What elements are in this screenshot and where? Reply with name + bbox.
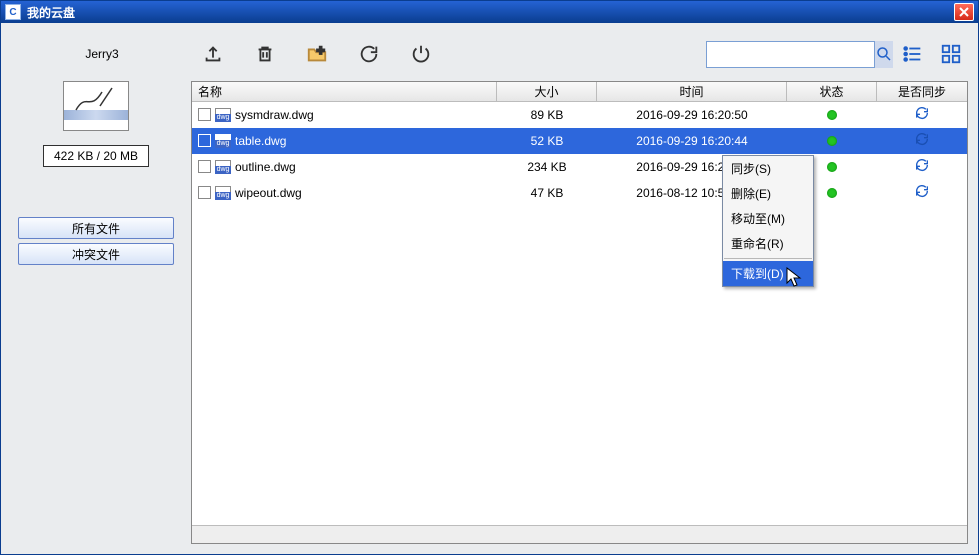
app-icon: C [5,4,21,20]
search-button[interactable] [874,41,893,68]
file-name: sysmdraw.dwg [235,108,314,122]
row-checkbox[interactable] [198,186,211,199]
file-size: 52 KB [497,134,597,148]
col-header-size[interactable]: 大小 [497,82,597,101]
sync-icon[interactable] [914,183,930,202]
toolbar [187,40,435,68]
close-button[interactable] [954,3,974,21]
file-size: 89 KB [497,108,597,122]
row-checkbox[interactable] [198,108,211,121]
ctx-separator [724,258,812,259]
file-name: wipeout.dwg [235,186,302,200]
dwg-file-icon [215,134,231,148]
sync-icon[interactable] [914,105,930,124]
dwg-file-icon [215,186,231,200]
grid-header: 名称 大小 时间 状态 是否同步 [192,82,967,102]
preview-thumbnail [63,81,129,131]
power-button[interactable] [407,40,435,68]
search-box [706,41,882,68]
file-row[interactable]: outline.dwg 234 KB 2016-09-29 16:20:38 [192,154,967,180]
row-checkbox[interactable] [198,160,211,173]
row-checkbox[interactable] [198,134,211,147]
dwg-file-icon [215,160,231,174]
col-header-name[interactable]: 名称 [192,82,497,101]
status-dot-icon [827,136,837,146]
upload-button[interactable] [199,40,227,68]
grid-body: sysmdraw.dwg 89 KB 2016-09-29 16:20:50 t… [192,102,967,525]
horizontal-scrollbar[interactable] [192,525,967,543]
file-row[interactable]: sysmdraw.dwg 89 KB 2016-09-29 16:20:50 [192,102,967,128]
top-bar: Jerry3 [11,33,968,81]
status-dot-icon [827,162,837,172]
col-header-time[interactable]: 时间 [597,82,787,101]
view-toggle [902,43,962,65]
file-row[interactable]: table.dwg 52 KB 2016-09-29 16:20:44 [192,128,967,154]
file-name: outline.dwg [235,160,296,174]
dwg-file-icon [215,108,231,122]
file-size: 47 KB [497,186,597,200]
file-row[interactable]: wipeout.dwg 47 KB 2016-08-12 10:54:09 [192,180,967,206]
ctx-delete[interactable]: 删除(E) [723,181,813,206]
status-dot-icon [827,110,837,120]
sidebar: 422 KB / 20 MB 所有文件 冲突文件 [11,81,181,544]
ctx-move[interactable]: 移动至(M) [723,206,813,231]
file-grid: 名称 大小 时间 状态 是否同步 sysmdraw.dwg 89 KB [191,81,968,544]
storage-quota: 422 KB / 20 MB [43,145,149,167]
sync-icon[interactable] [914,131,930,150]
list-view-button[interactable] [902,43,924,65]
sync-icon[interactable] [914,157,930,176]
context-menu: 同步(S) 删除(E) 移动至(M) 重命名(R) 下载到(D) [722,155,814,287]
delete-button[interactable] [251,40,279,68]
username-label: Jerry3 [17,47,187,61]
window-title: 我的云盘 [27,4,954,21]
col-header-status[interactable]: 状态 [787,82,877,101]
search-input[interactable] [707,42,874,67]
file-name: table.dwg [235,134,286,148]
nav-conflict-files[interactable]: 冲突文件 [18,243,174,265]
nav-all-files[interactable]: 所有文件 [18,217,174,239]
file-size: 234 KB [497,160,597,174]
body-area: 422 KB / 20 MB 所有文件 冲突文件 名称 大小 时间 状态 是否同… [11,81,968,544]
titlebar: C 我的云盘 [1,1,978,23]
ctx-sync[interactable]: 同步(S) [723,156,813,181]
refresh-button[interactable] [355,40,383,68]
ctx-rename[interactable]: 重命名(R) [723,231,813,256]
window: C 我的云盘 Jerry3 [0,0,979,555]
col-header-sync[interactable]: 是否同步 [877,82,967,101]
client-area: Jerry3 [1,23,978,554]
status-dot-icon [827,188,837,198]
ctx-download[interactable]: 下载到(D) [723,261,813,286]
grid-view-button[interactable] [940,43,962,65]
new-folder-button[interactable] [303,40,331,68]
file-time: 2016-09-29 16:20:44 [597,134,787,148]
sidebar-nav: 所有文件 冲突文件 [18,217,174,265]
file-time: 2016-09-29 16:20:50 [597,108,787,122]
